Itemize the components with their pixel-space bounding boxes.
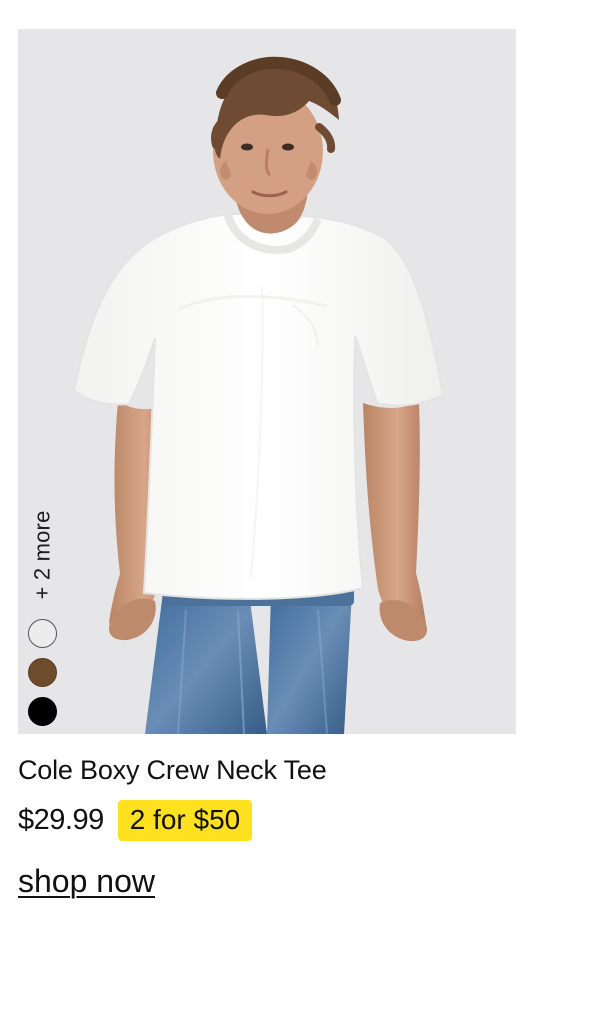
product-title[interactable]: Cole Boxy Crew Neck Tee [18,755,516,786]
price-row: $29.99 2 for $50 [18,799,516,841]
product-price: $29.99 [18,803,104,836]
promo-badge: 2 for $50 [117,799,253,841]
more-colors-label: + 2 more [30,510,55,600]
color-swatch-white[interactable] [28,619,57,648]
model-wearing-white-tee-icon [18,29,516,734]
color-swatch-black[interactable] [28,697,57,726]
shop-now-link[interactable]: shop now [18,863,155,899]
color-swatch-group: + 2 more [28,499,58,729]
product-card: + 2 more Cole Boxy Crew Neck Tee $29.99 … [18,29,516,899]
more-colors-link[interactable]: + 2 more [30,499,56,611]
product-image[interactable]: + 2 more [18,29,516,734]
color-swatch-brown[interactable] [28,658,57,687]
